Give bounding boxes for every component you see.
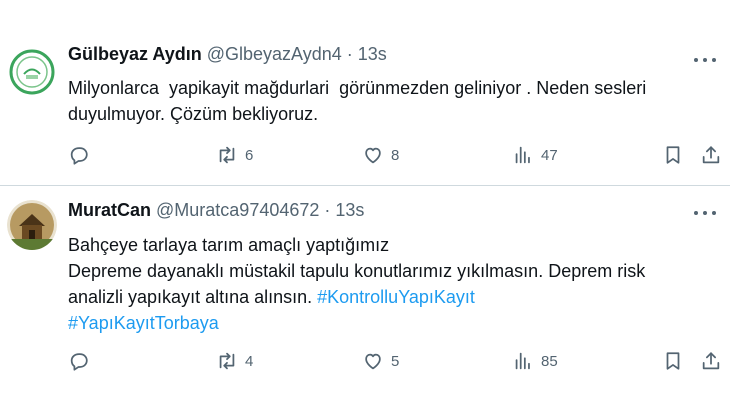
tweet-header: Gülbeyaz Aydın @GlbeyazAydn4 · 13s xyxy=(68,44,387,65)
tweet-text-line: Depreme dayanaklı müstakil tapulu konutl… xyxy=(68,261,646,281)
share-button[interactable] xyxy=(700,349,722,373)
bookmark-icon xyxy=(666,146,680,164)
reply-icon xyxy=(70,353,88,371)
action-bar: 4 5 85 xyxy=(0,349,730,373)
separator: · xyxy=(324,200,331,220)
reply-button[interactable] xyxy=(68,349,97,373)
tweet-text-line: Milyonlarca yapikayit mağdurlari görünme… xyxy=(68,78,647,98)
like-icon xyxy=(365,353,381,370)
repost-button[interactable]: 6 xyxy=(216,143,253,167)
bookmark-button[interactable] xyxy=(662,349,684,373)
repost-button[interactable]: 4 xyxy=(216,349,253,373)
repost-count: 4 xyxy=(245,352,254,370)
tweet-text-line: analizli yapıkayıt altına alınsın. #Kont… xyxy=(68,284,718,310)
repost-icon xyxy=(219,146,235,164)
reply-icon xyxy=(70,147,88,165)
timestamp[interactable]: 13s xyxy=(335,200,364,221)
separator: · xyxy=(346,44,353,64)
like-count: 5 xyxy=(391,352,400,370)
share-icon xyxy=(702,352,720,370)
more-icon[interactable] xyxy=(694,56,716,64)
action-bar: 6 8 47 xyxy=(0,143,730,167)
tweet-text: Milyonlarca yapikayit mağdurlari görünme… xyxy=(68,75,718,127)
avatar[interactable] xyxy=(7,200,57,250)
share-icon xyxy=(702,146,720,164)
more-icon[interactable] xyxy=(694,209,716,217)
repost-count: 6 xyxy=(245,146,254,164)
hashtag-link[interactable]: #YapıKayıtTorbaya xyxy=(68,310,718,336)
reply-button[interactable] xyxy=(68,143,97,167)
user-handle[interactable]: @Muratca97404672 xyxy=(156,200,319,221)
bookmark-button[interactable] xyxy=(662,143,684,167)
views-icon xyxy=(515,146,530,164)
views-icon xyxy=(515,352,530,370)
avatar[interactable] xyxy=(7,47,57,97)
tweet-1[interactable]: Gülbeyaz Aydın @GlbeyazAydn4 · 13s Milyo… xyxy=(0,0,730,186)
tweet-text-line: Bahçeye tarlaya tarım amaçlı yaptığımız xyxy=(68,235,390,255)
views-button[interactable]: 47 xyxy=(512,143,558,167)
timestamp[interactable]: 13s xyxy=(358,44,387,65)
like-button[interactable]: 8 xyxy=(362,143,399,167)
tweet-header: MuratCan @Muratca97404672 · 13s xyxy=(68,200,364,221)
views-count: 85 xyxy=(541,352,558,370)
share-button[interactable] xyxy=(700,143,722,167)
tweet-2[interactable]: MuratCan @Muratca97404672 · 13s Bahçeye … xyxy=(0,187,730,420)
bookmark-icon xyxy=(666,352,680,370)
hashtag-link[interactable]: #KontrolluYapıKayıt xyxy=(317,287,475,307)
repost-icon xyxy=(219,352,235,370)
views-count: 47 xyxy=(541,146,558,164)
tweet-text-line: duyulmuyor. Çözüm bekliyoruz. xyxy=(68,104,319,124)
tweet-text: Bahçeye tarlaya tarım amaçlı yaptığımız … xyxy=(68,232,718,336)
views-button[interactable]: 85 xyxy=(512,349,558,373)
like-count: 8 xyxy=(391,146,400,164)
user-handle[interactable]: @GlbeyazAydn4 xyxy=(207,44,342,65)
like-icon xyxy=(365,147,381,164)
like-button[interactable]: 5 xyxy=(362,349,399,373)
tweet-text-segment: analizli yapıkayıt altına alınsın. xyxy=(68,287,318,307)
display-name[interactable]: MuratCan xyxy=(68,200,151,221)
display-name[interactable]: Gülbeyaz Aydın xyxy=(68,44,202,65)
